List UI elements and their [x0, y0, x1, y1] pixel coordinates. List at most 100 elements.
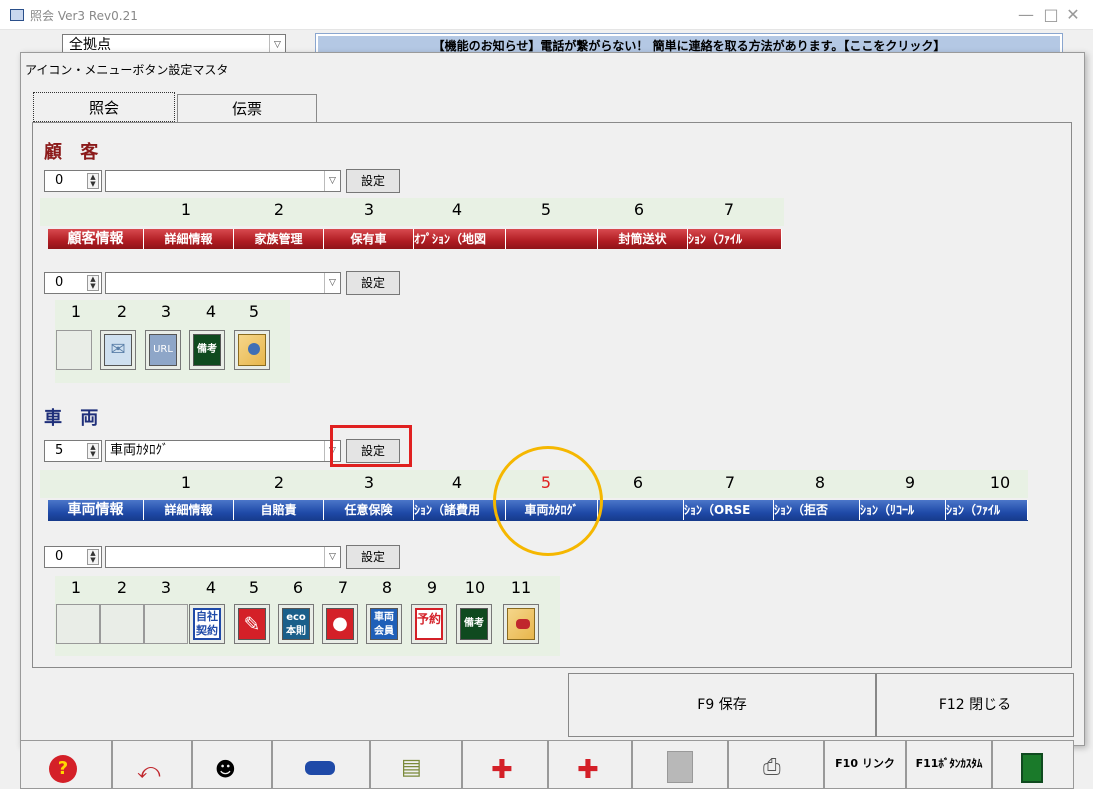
reserve-icon: 予約 [415, 608, 443, 640]
red-cross-icon: ✚ [577, 755, 599, 785]
icon-slot-11[interactable] [503, 604, 539, 644]
printer-icon: ⎙ [763, 755, 781, 780]
icon-slot-1[interactable] [56, 330, 92, 370]
save-button[interactable]: F9 保存 [568, 673, 876, 737]
customer-icon-set-button[interactable]: 設定 [346, 271, 400, 295]
spin-arrows-icon[interactable]: ▲ ▼ [87, 275, 99, 291]
close-dialog-button[interactable]: F12 閉じる [876, 673, 1074, 737]
col-number: 5 [540, 200, 552, 219]
customer-menu-set-button[interactable]: 設定 [346, 169, 400, 193]
select-value: 車両ｶﾀﾛｸﾞ [110, 443, 169, 458]
vehicle-menu-select[interactable]: 車両ｶﾀﾛｸﾞ ▽ [105, 440, 341, 462]
bar-cell[interactable] [506, 229, 598, 249]
icon-slot-10[interactable]: 備考 [456, 604, 492, 644]
customer-numbers: 1 2 3 4 5 6 7 [40, 200, 784, 220]
help-button[interactable]: ? [20, 740, 112, 789]
icon-slot-3[interactable] [144, 604, 188, 644]
spin-arrows-icon[interactable]: ▲ ▼ [87, 549, 99, 565]
bar-cell[interactable]: ｼｮﾝ（ﾘｺｰﾙ [860, 500, 946, 520]
location-value: 全拠点 [69, 37, 111, 53]
customer-menu-spin[interactable]: 0 ▲ ▼ [44, 170, 102, 192]
map-button[interactable]: ▤ [370, 740, 462, 789]
icon-slot-4[interactable]: 自社契約 [189, 604, 225, 644]
button-custom-button[interactable]: F11ﾎﾞﾀﾝｶｽﾀﾑ [906, 740, 992, 789]
search-icon: ⤺ [137, 759, 161, 784]
tab-inquiry[interactable]: 照会 [33, 92, 175, 122]
customer-icon-select[interactable]: ▽ [105, 272, 341, 294]
chevron-down-icon[interactable]: ▽ [324, 171, 340, 191]
vehicle-button[interactable] [272, 740, 370, 789]
url-icon: URL [149, 334, 177, 366]
icon-number: 2 [116, 578, 128, 597]
icon-number: 5 [248, 578, 260, 597]
bar-cell[interactable]: 詳細情報 [144, 229, 234, 249]
customer-icon-spin[interactable]: 0 ▲ ▼ [44, 272, 102, 294]
icon-number: 4 [205, 302, 217, 321]
customer-detail-button[interactable]: ☻ [192, 740, 272, 789]
exit-button[interactable] [992, 740, 1074, 789]
exit-door-icon [1021, 753, 1043, 783]
col-number: 3 [363, 200, 375, 219]
bar-cell[interactable]: 詳細情報 [144, 500, 234, 520]
bar-cell[interactable]: 任意保険 [324, 500, 414, 520]
col-number: 9 [904, 473, 916, 492]
icon-number: 2 [116, 302, 128, 321]
icon-slot-3[interactable]: URL [145, 330, 181, 370]
bar-cell[interactable]: 家族管理 [234, 229, 324, 249]
insurance-button-2[interactable]: ✚ [548, 740, 632, 789]
bar-cell[interactable]: ｼｮﾝ（ORSE [684, 500, 774, 520]
highlight-circle [493, 446, 603, 556]
insurance-button-1[interactable]: ✚ [462, 740, 548, 789]
icon-slot-8[interactable]: 車両会員 [366, 604, 402, 644]
bar-cell[interactable]: ｼｮﾝ（ﾌｧｲﾙ [688, 229, 782, 249]
chevron-down-icon[interactable]: ▽ [324, 273, 340, 293]
disabled-button[interactable] [632, 740, 728, 789]
own-contract-icon: 自社契約 [193, 608, 221, 640]
bar-cell[interactable]: ｼｮﾝ（ﾌｧｲﾙ [946, 500, 1028, 520]
spin-arrows-icon[interactable]: ▲ ▼ [87, 443, 99, 459]
bar-head: 車両情報 [48, 500, 144, 520]
search-button[interactable]: ⤺ [112, 740, 192, 789]
title-bar: 照会 Ver3 Rev0.21 — □ ✕ [0, 0, 1093, 30]
vehicle-icon-set-button[interactable]: 設定 [346, 545, 400, 569]
bar-cell[interactable]: ｼｮﾝ（拒否 [774, 500, 860, 520]
icon-slot-6[interactable]: eco本則 [278, 604, 314, 644]
spin-value: 0 [55, 173, 64, 188]
bar-cell[interactable] [598, 500, 684, 520]
icon-slot-7[interactable]: ● [322, 604, 358, 644]
icon-slot-9[interactable]: 予約 [411, 604, 447, 644]
customer-heading: 顧 客 [44, 142, 105, 163]
link-button[interactable]: F10 リンク [824, 740, 906, 789]
icon-number: 11 [510, 578, 532, 597]
bar-cell[interactable]: 封筒送状 [598, 229, 688, 249]
spin-value: 5 [55, 443, 64, 458]
icon-slot-5[interactable] [234, 330, 270, 370]
bar-cell[interactable]: 保有車 [324, 229, 414, 249]
col-number: 4 [451, 473, 463, 492]
icon-slot-2[interactable]: ✉ [100, 330, 136, 370]
map-icon: ▤ [401, 755, 422, 780]
print-button[interactable]: ⎙ [728, 740, 824, 789]
red-cross-icon: ✚ [491, 755, 513, 785]
folder-car-icon [507, 608, 535, 640]
close-button[interactable]: ✕ [1050, 4, 1093, 26]
icon-slot-4[interactable]: 備考 [189, 330, 225, 370]
car-icon [305, 761, 335, 775]
people-icon: ☻ [215, 757, 236, 781]
memo-icon: 備考 [460, 608, 488, 640]
vehicle-menu-spin[interactable]: 5 ▲ ▼ [44, 440, 102, 462]
col-number: 6 [632, 473, 644, 492]
vehicle-icon-spin[interactable]: 0 ▲ ▼ [44, 546, 102, 568]
customer-menu-select[interactable]: ▽ [105, 170, 341, 192]
spin-arrows-icon[interactable]: ▲ ▼ [87, 173, 99, 189]
icon-slot-5[interactable]: ✎ [234, 604, 270, 644]
icon-slot-1[interactable] [56, 604, 100, 644]
vehicle-icon-select[interactable]: ▽ [105, 546, 341, 568]
col-number: 6 [633, 200, 645, 219]
bar-cell[interactable]: ｵﾌﾟｼｮﾝ（地図 [414, 229, 506, 249]
chevron-down-icon[interactable]: ▽ [324, 547, 340, 567]
icon-slot-2[interactable] [100, 604, 144, 644]
bar-cell[interactable]: 自賠責 [234, 500, 324, 520]
col-number: 1 [180, 473, 192, 492]
tab-slip[interactable]: 伝票 [177, 94, 317, 122]
